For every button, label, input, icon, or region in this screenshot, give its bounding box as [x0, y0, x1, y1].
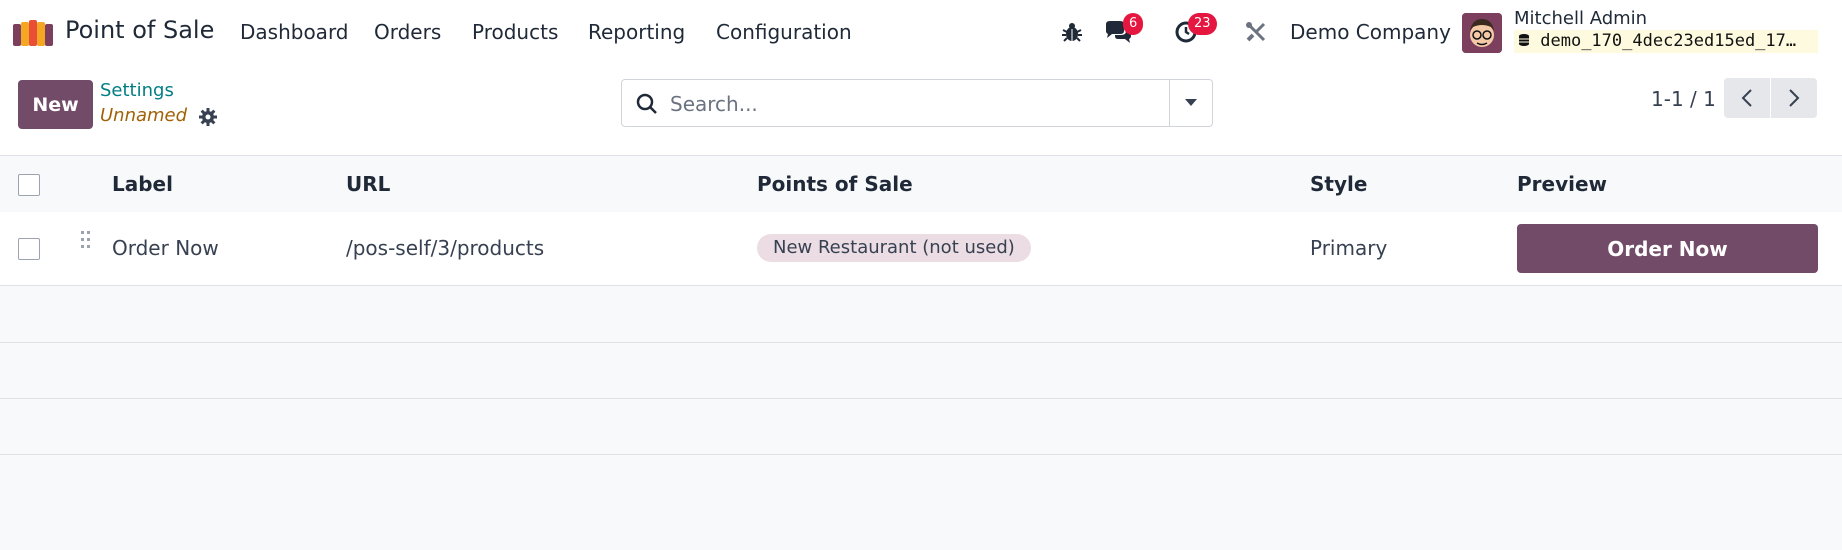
pager-previous-button[interactable] — [1724, 78, 1770, 118]
preview-order-now-button[interactable]: Order Now — [1517, 224, 1818, 273]
new-button[interactable]: New — [18, 80, 93, 129]
menu-dashboard[interactable]: Dashboard — [240, 20, 349, 44]
drag-handle-icon[interactable] — [80, 230, 92, 250]
table-row[interactable]: Order Now /pos-self/3/products New Resta… — [0, 212, 1842, 286]
pager-value[interactable]: 1-1 / 1 — [1651, 87, 1716, 111]
cell-url[interactable]: /pos-self/3/products — [346, 236, 544, 260]
chat-icon[interactable]: 6 — [1104, 13, 1144, 46]
empty-row — [0, 286, 1842, 343]
search-icon — [636, 93, 657, 114]
menu-orders[interactable]: Orders — [374, 20, 441, 44]
chevron-right-icon — [1789, 89, 1800, 107]
column-style[interactable]: Style — [1310, 172, 1367, 196]
database-label: demo_170_4dec23ed15ed_17… — [1540, 31, 1797, 51]
list-view: Label URL Points of Sale Style Preview O… — [0, 156, 1842, 550]
control-panel: New Settings Unnamed 1-1 / 1 — [0, 65, 1842, 156]
user-name[interactable]: Mitchell Admin — [1514, 8, 1647, 29]
database-name: demo_170_4dec23ed15ed_17… — [1514, 30, 1818, 53]
breadcrumb-settings[interactable]: Settings — [100, 80, 174, 101]
select-all-checkbox[interactable] — [18, 174, 40, 196]
menu-products[interactable]: Products — [472, 20, 558, 44]
search-options-toggle[interactable] — [1169, 80, 1212, 126]
tools-icon[interactable] — [1242, 18, 1270, 46]
search-bar — [621, 79, 1213, 127]
column-url[interactable]: URL — [346, 172, 390, 196]
row-checkbox[interactable] — [18, 238, 40, 260]
database-icon — [1519, 34, 1529, 46]
app-name[interactable]: Point of Sale — [65, 16, 214, 44]
empty-row — [0, 398, 1842, 455]
search-input[interactable] — [668, 90, 1152, 118]
column-points-of-sale[interactable]: Points of Sale — [757, 172, 913, 196]
chevron-left-icon — [1741, 89, 1752, 107]
column-label[interactable]: Label — [112, 172, 173, 196]
activities-badge: 23 — [1188, 13, 1217, 35]
pos-tag[interactable]: New Restaurant (not used) — [757, 234, 1031, 262]
clock-icon[interactable]: 23 — [1172, 13, 1217, 46]
pager-next-button[interactable] — [1771, 78, 1817, 118]
bug-icon[interactable] — [1058, 18, 1086, 46]
menu-reporting[interactable]: Reporting — [588, 20, 685, 44]
caret-down-icon — [1185, 99, 1197, 106]
table-header: Label URL Points of Sale Style Preview — [0, 156, 1842, 213]
company-switcher[interactable]: Demo Company — [1290, 20, 1451, 44]
messages-badge: 6 — [1123, 13, 1144, 35]
empty-row — [0, 342, 1842, 399]
user-avatar[interactable] — [1462, 13, 1502, 53]
cell-style[interactable]: Primary — [1310, 236, 1387, 260]
menu-configuration[interactable]: Configuration — [716, 20, 852, 44]
cell-label[interactable]: Order Now — [112, 236, 219, 260]
gear-icon[interactable] — [198, 107, 218, 127]
column-preview[interactable]: Preview — [1517, 172, 1607, 196]
breadcrumb-current: Unnamed — [100, 105, 188, 126]
app-logo-icon[interactable] — [13, 20, 53, 46]
top-navbar: Point of Sale Dashboard Orders Products … — [0, 0, 1842, 65]
